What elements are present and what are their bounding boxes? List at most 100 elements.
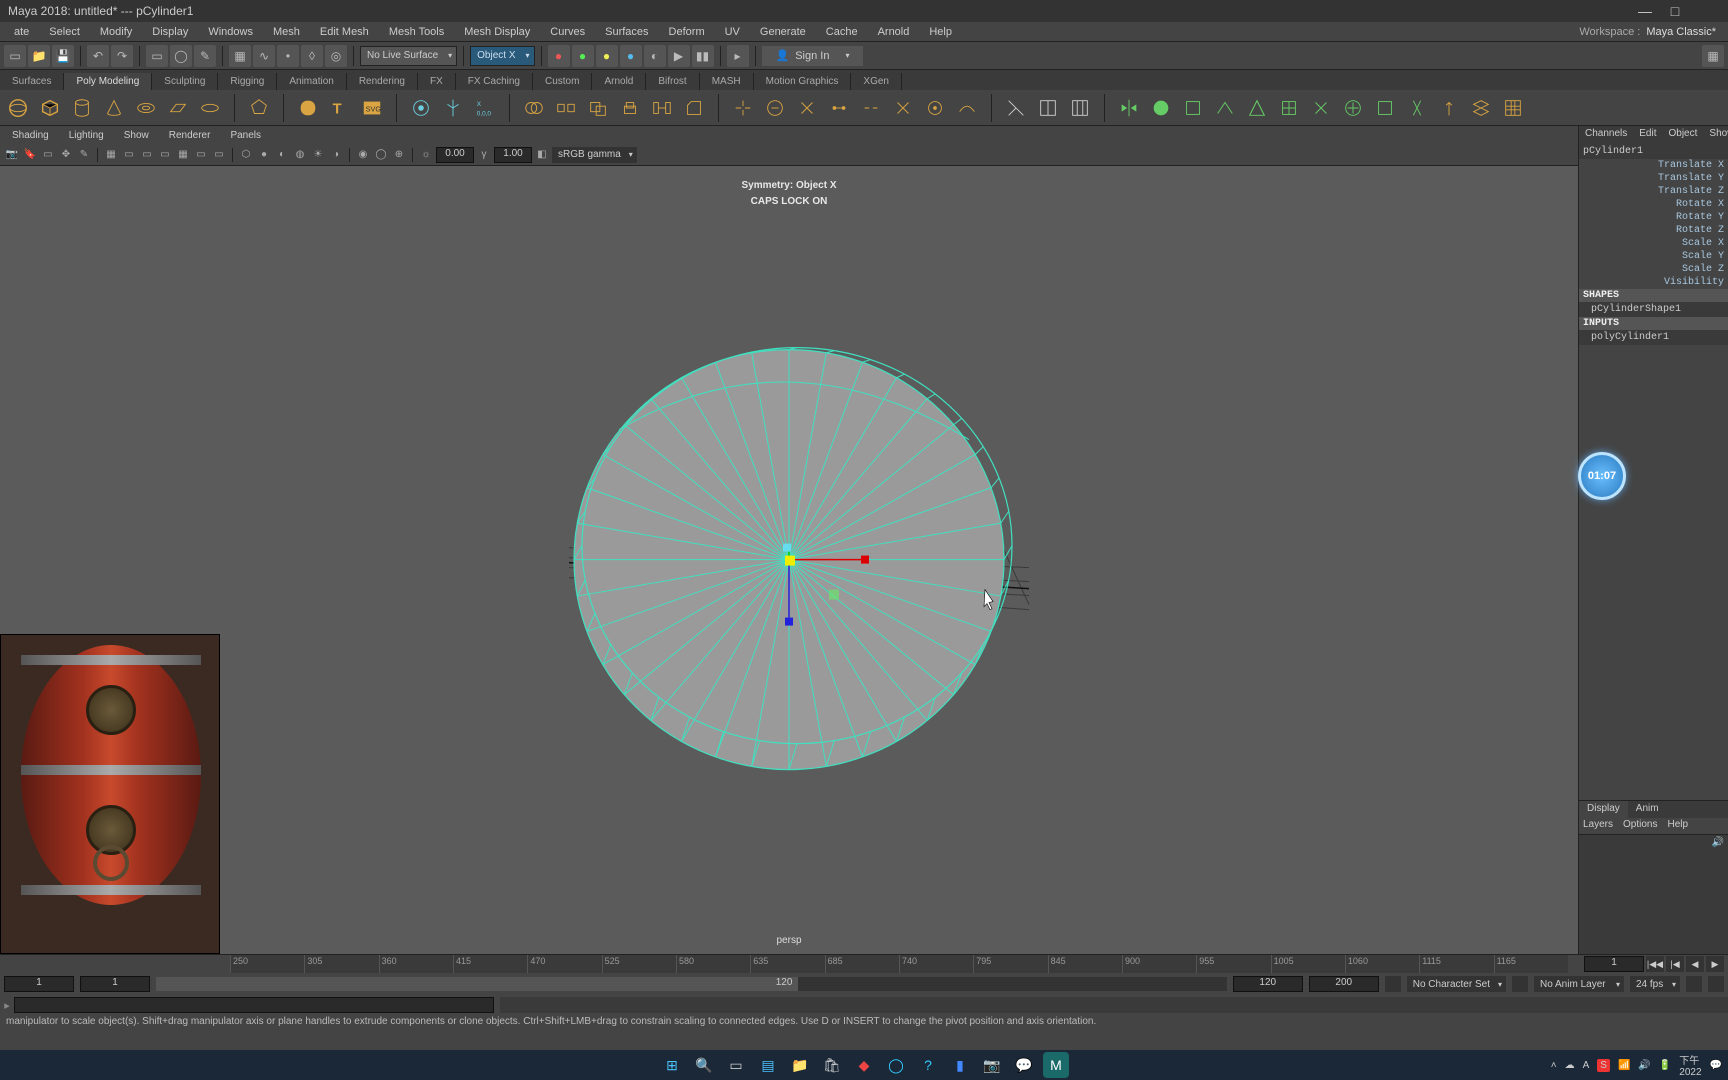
cleanup-icon[interactable] [1403,94,1431,122]
menu-uv[interactable]: UV [715,26,750,38]
snap-align-icon[interactable]: X0,0,0 [471,94,499,122]
attr-scale-z[interactable]: Scale Z [1579,263,1728,276]
anim-layer-dropdown[interactable]: No Anim Layer [1534,976,1624,992]
range-end-outer[interactable]: 200 [1309,976,1379,992]
maya-taskbar-icon[interactable]: M [1043,1052,1069,1078]
menu-mesh-tools[interactable]: Mesh Tools [379,26,454,38]
attr-visibility[interactable]: Visibility [1579,276,1728,289]
hypershade-button[interactable]: ◐ [644,45,666,67]
tray-sogou-icon[interactable]: S [1597,1059,1610,1072]
current-frame-field[interactable]: 1 [1584,956,1644,972]
chtab-edit[interactable]: Edit [1633,126,1662,144]
edge-button[interactable]: ◯ [883,1052,909,1078]
menu-windows[interactable]: Windows [198,26,263,38]
soft-select-icon[interactable] [407,94,435,122]
layer-help-menu[interactable]: Help [1667,819,1688,833]
vp-view-transform-icon[interactable]: ◧ [534,147,550,163]
attr-rotate-x[interactable]: Rotate X [1579,198,1728,211]
attr-translate-y[interactable]: Translate Y [1579,172,1728,185]
triangulate-icon[interactable] [1243,94,1271,122]
viewport-3d[interactable]: Symmetry: Object X CAPS LOCK ON [0,166,1578,954]
booleans-icon[interactable] [584,94,612,122]
remesh-icon[interactable] [1339,94,1367,122]
menu-deform[interactable]: Deform [659,26,715,38]
menu-surfaces[interactable]: Surfaces [595,26,658,38]
vp-2d-pan-icon[interactable]: ✥ [58,147,74,163]
shelf-tab-fxcaching[interactable]: FX Caching [456,73,533,90]
layers-menu[interactable]: Layers [1583,819,1613,833]
range-lock-button[interactable] [1385,976,1401,992]
tray-volume-icon[interactable]: 🔊 [1638,1060,1650,1071]
undo-button[interactable]: ↶ [87,45,109,67]
unfold-icon[interactable] [1467,94,1495,122]
fill-hole-icon[interactable] [761,94,789,122]
auto-key-button[interactable] [1686,976,1702,992]
chtab-object[interactable]: Object [1663,126,1704,144]
widgets-button[interactable]: ▤ [755,1052,781,1078]
target-weld-icon[interactable] [921,94,949,122]
poly-superellipse-icon[interactable] [294,94,322,122]
vp-isolate-icon[interactable]: ◉ [355,147,371,163]
menu-generate[interactable]: Generate [750,26,816,38]
task-view-button[interactable]: ▭ [723,1052,749,1078]
poly-cube-icon[interactable] [36,94,64,122]
vp-exposure-field[interactable]: 0.00 [436,147,474,163]
vp-textured-icon[interactable]: ◐ [274,147,290,163]
render-view-button[interactable]: ● [620,45,642,67]
snap-live-button[interactable]: ◎ [325,45,347,67]
prefs-button[interactable] [1708,976,1724,992]
vp-gamma-field[interactable]: 1.00 [494,147,532,163]
poly-plane-icon[interactable] [164,94,192,122]
shelf-tab-animation[interactable]: Animation [277,73,346,90]
quad-draw-icon[interactable] [1179,94,1207,122]
vp-menu-shading[interactable]: Shading [2,128,59,143]
tray-ime-icon[interactable]: A [1583,1060,1590,1071]
window-maximize-button[interactable]: □ [1660,3,1690,19]
poly-sphere-icon[interactable] [4,94,32,122]
app-blue-icon[interactable]: ▮ [947,1052,973,1078]
prev-key-button[interactable]: |◀ [1666,956,1684,972]
range-start-outer[interactable]: 1 [4,976,74,992]
poly-cylinder-icon[interactable] [68,94,96,122]
symmetry-dropdown[interactable]: Object X [470,46,534,66]
shelf-tab-xgen[interactable]: XGen [851,73,902,90]
vp-menu-panels[interactable]: Panels [220,128,271,143]
shelf-tab-bifrost[interactable]: Bifrost [646,73,699,90]
mirror-icon[interactable] [1115,94,1143,122]
combine-icon[interactable] [520,94,548,122]
shelf-tab-rigging[interactable]: Rigging [218,73,277,90]
detach-icon[interactable] [857,94,885,122]
shelf-tab-rendering[interactable]: Rendering [347,73,418,90]
command-input[interactable] [14,997,494,1013]
playblast-button[interactable]: ▶ [668,45,690,67]
vp-shadows-icon[interactable]: ◑ [328,147,344,163]
shelf-tab-surfaces[interactable]: Surfaces [0,73,64,90]
vp-lights-icon[interactable]: ☀ [310,147,326,163]
save-scene-button[interactable]: 💾 [52,45,74,67]
offset-edge-icon[interactable] [1066,94,1094,122]
display-tab[interactable]: Display [1579,801,1628,818]
vp-shaded-icon[interactable]: ● [256,147,272,163]
reference-image-overlay[interactable] [0,634,220,954]
toggle-panel-button[interactable]: ▸ [727,45,749,67]
wechat-icon[interactable]: 💬 [1011,1052,1037,1078]
time-slider[interactable]: 2503053604154705255806356857407958459009… [230,955,1568,973]
start-button[interactable]: ⊞ [659,1052,685,1078]
menu-create[interactable]: ate [4,26,39,38]
render-button[interactable]: ● [548,45,570,67]
anim-tab[interactable]: Anim [1628,801,1667,818]
speaker-icon[interactable]: 🔊 [1712,837,1724,848]
layout-button[interactable]: ▦ [1702,45,1724,67]
vp-safe-action-icon[interactable]: ▭ [193,147,209,163]
explorer-button[interactable]: 📁 [787,1052,813,1078]
vp-image-plane-icon[interactable]: ▭ [40,147,56,163]
paint-select-button[interactable]: ✎ [194,45,216,67]
shelf-tab-custom[interactable]: Custom [533,73,592,90]
select-tool-button[interactable]: ▭ [146,45,168,67]
vp-menu-show[interactable]: Show [114,128,159,143]
bridge-icon[interactable] [648,94,676,122]
workspace-dropdown[interactable]: Maya Classic* [1646,26,1724,38]
play-fwd-button[interactable]: ▶ [1706,956,1724,972]
shape-node-name[interactable]: pCylinderShape1 [1579,302,1728,317]
poly-type-icon[interactable]: T [326,94,354,122]
